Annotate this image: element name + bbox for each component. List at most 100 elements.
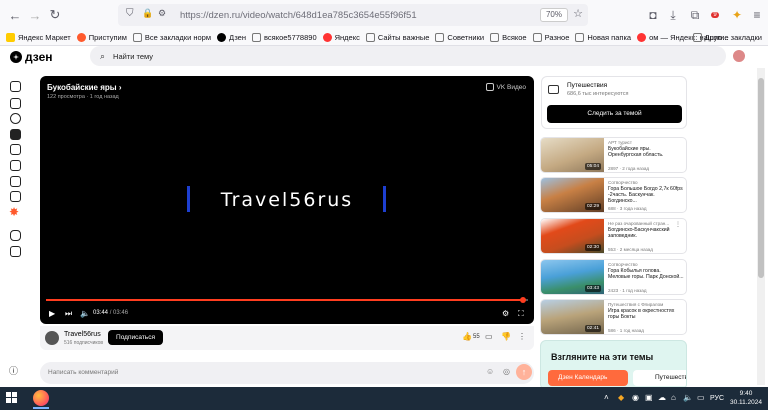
volume-icon[interactable]: 🔈 [80,309,90,318]
bookmark-folder[interactable]: всякое5778890 [252,33,317,42]
bookmark-folder[interactable]: Разное [532,33,569,42]
search-input[interactable]: ⌕ Найти тему [90,46,726,66]
play-icon[interactable]: ▶ [49,309,55,318]
channel-name[interactable]: Travel56rus [64,331,101,338]
progress-handle[interactable] [520,297,527,303]
firefox-icon[interactable] [33,390,49,406]
settings-icon[interactable]: ⚙ [502,309,509,318]
bookmarks-bar: Яндекс Маркет Приступим Все закладки нор… [0,30,768,46]
clock[interactable]: 9:40 30.11.2024 [724,389,768,407]
attach-image-icon[interactable]: ◎ [503,367,510,376]
bookmark-item[interactable]: Яндекс Маркет [6,33,71,42]
bookmark-icon[interactable] [10,191,21,202]
fullscreen-icon[interactable]: ⛶ [518,309,524,319]
bookmark-folder[interactable]: Новая папка [575,33,631,42]
decor-bar-right [383,186,386,212]
cloud-icon[interactable]: ☁ [658,393,666,402]
topic-title[interactable]: Путешествия [567,82,607,89]
bookmark-folder[interactable]: Сайты важные [365,33,429,42]
language-indicator[interactable]: РУС [710,395,724,402]
video-title[interactable]: Игра красок в окрестностях горы Бокты [608,308,684,320]
info-icon[interactable]: ⓘ [9,364,18,377]
dzen-logo[interactable]: дзен [10,50,53,64]
live-icon[interactable] [10,176,21,187]
subscriber-count: 516 подписчиков [64,340,104,346]
send-comment-button[interactable]: ↑ [516,364,532,380]
video-title[interactable]: Букобайские яры › [47,83,122,92]
comments-icon[interactable]: ▭ [485,332,493,341]
tray-app-icon[interactable]: ▣ [645,393,653,402]
video-title[interactable]: Букобайские яры. Оренбургская область. [608,146,684,158]
articles-icon[interactable] [10,144,21,155]
bookmark-item[interactable]: Яндекс [322,33,360,42]
sparkle-extension-icon[interactable]: ✦ [728,6,746,24]
burst-icon[interactable]: ✸ [9,205,19,219]
video-title[interactable]: Гора Кобылья голова. Меловые горы. Парк … [608,268,684,280]
forward-icon[interactable]: → [24,4,46,26]
windows-start-icon[interactable] [6,392,18,404]
subscriptions-icon[interactable] [10,98,21,109]
network-icon[interactable]: ⌂ [671,393,676,402]
other-bookmarks[interactable]: Другие закладки [692,33,762,42]
pocket-icon[interactable]: ◘ [644,6,662,24]
page-scrollbar[interactable] [757,68,765,385]
more-icon[interactable]: ⋮ [518,332,526,341]
recommendation-item[interactable]: 02:30 Не раз очарованный стран... ⋮ Богд… [540,218,687,254]
next-icon[interactable]: ⏭ [65,309,72,319]
tray-app-icon[interactable]: ◉ [632,393,639,402]
bookmark-item[interactable]: Дзен [217,33,246,42]
comment-field[interactable]: Написать комментарий ☺ ◎ [40,362,534,384]
folder-icon [532,33,542,42]
scrollbar-thumb[interactable] [758,78,764,278]
back-icon[interactable]: ← [4,4,26,26]
games-icon[interactable] [10,230,21,241]
bookmark-star-icon[interactable]: ☆ [573,7,583,20]
zoom-level[interactable]: 70% [539,8,568,22]
time-display: 03:44 / 03:46 [93,310,129,316]
bookmark-folder[interactable]: Советники [435,33,484,42]
video-player[interactable]: Букобайские яры › 122 просмотра · 1 год … [40,76,534,324]
like-icon[interactable]: 👍 [462,332,472,341]
emoji-icon[interactable]: ☺ [486,367,494,376]
video-stats: 586 · 1 год назад [608,328,644,333]
extension-badge-icon[interactable]: 9 [706,6,724,24]
bookmark-item[interactable]: Приступим [76,33,127,42]
subscribe-button[interactable]: Подписаться [108,330,163,345]
user-avatar[interactable] [732,49,746,63]
url-text: https://dzen.ru/video/watch/648d1ea785c3… [180,9,417,21]
recommendation-item[interactable]: 02:41 Путешествия с Флиралом Игра красок… [540,299,687,335]
tray-app-icon[interactable]: ◆ [618,393,624,402]
battery-icon[interactable]: ▭ [697,393,705,402]
shorts-icon[interactable] [10,160,21,171]
bookmark-favicon [637,33,647,42]
music-icon[interactable] [10,246,21,257]
channel-avatar[interactable] [45,331,59,345]
extensions-icon[interactable]: ⧉ [686,6,704,24]
video-source: Сотворчество [608,262,638,267]
bookmark-folder[interactable]: Всякое [490,33,527,42]
video-title[interactable]: Гора Большое Богдо 2,7к 60fps -2часть. Б… [608,186,684,205]
video-icon[interactable] [10,129,21,140]
tray-expand-icon[interactable]: ˄ [604,393,609,402]
video-frame-text: Travel56rus [220,189,354,211]
recommendation-item[interactable]: 05:04 АРТ турист Букобайские яры. Оренбу… [540,137,687,173]
video-title[interactable]: Богдинско-Баскунчакский заповедник. [608,227,684,239]
follow-topic-button[interactable]: Следить за темой [547,105,682,123]
search-icon[interactable] [10,113,21,124]
shield-icon: ⛉ [126,8,134,19]
downloads-icon[interactable]: ⤓ [664,6,682,24]
travel-topic-button[interactable]: Путешеств [633,370,686,386]
bookmark-folder[interactable]: Все закладки норм [132,33,211,42]
reload-icon[interactable]: ↻ [44,4,66,26]
permissions-icon[interactable]: ⚙ [158,8,166,19]
dzen-calendar-button[interactable]: Дзен Календарь [548,370,628,386]
address-bar[interactable]: ⛉ 🔒 ⚙ https://dzen.ru/video/watch/648d1e… [118,4,588,26]
volume-icon[interactable]: 🔈 [683,393,693,402]
dislike-icon[interactable]: 👎 [501,332,511,341]
home-icon[interactable] [10,81,21,92]
recommendation-item[interactable]: 02:29 Сотворчество Гора Большое Богдо 2,… [540,177,687,213]
video-stats: 2423 · 1 год назад [608,288,647,293]
recommendation-item[interactable]: 03:43 Сотворчество Гора Кобылья голова. … [540,259,687,295]
menu-icon[interactable]: ≡ [748,6,766,24]
progress-bar[interactable] [46,297,528,303]
